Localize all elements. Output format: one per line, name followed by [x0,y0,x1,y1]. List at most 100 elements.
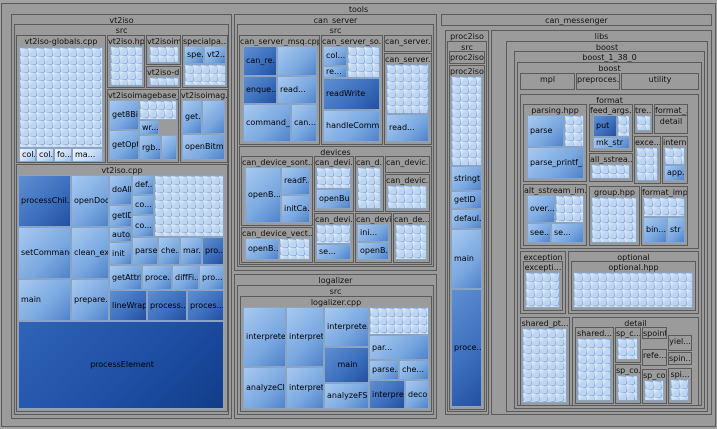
lg-interprete-3[interactable]: interprete... [324,307,369,347]
lg-par[interactable]: par... [369,335,429,360]
proces-tile[interactable]: proces... [187,290,224,321]
co-tile-1[interactable]: co... [132,195,154,215]
preproc-dir[interactable]: preproces... [576,73,620,90]
allsim-file[interactable]: alt_sstream_im... over... see... se... [523,184,587,246]
vt2-tile[interactable]: vt2... [204,46,226,64]
impl-file[interactable]: format_impl... bin... str [641,186,688,246]
detail-shared-tiles[interactable] [577,338,611,401]
s2-read-tile[interactable]: read... [386,114,429,142]
read-tile[interactable]: read... [277,76,317,104]
p2-proce-tile[interactable]: proce... [451,289,482,407]
spin-file[interactable]: spin... [668,352,692,365]
d7-tiles[interactable] [395,224,427,260]
lg-che[interactable]: che... [399,360,429,380]
clean-exit-tile[interactable]: clean_exit [71,227,109,279]
init-tile[interactable]: init [109,242,132,265]
bin-tile[interactable]: bin... [643,217,667,243]
mpl-dir[interactable]: mpl [520,73,575,90]
d5-file[interactable]: can_devi... se... [314,213,354,263]
p2-main-tile[interactable]: main [451,229,482,289]
lg-main[interactable]: main [324,347,369,383]
d6-openb-tile[interactable]: openB... [357,242,389,260]
hpp-tiles[interactable] [110,46,143,86]
exception-tiles[interactable] [525,272,560,308]
vt2isoimagebase-file[interactable]: vt2isoimagebase_... get8Bi... wr... getO… [107,89,179,163]
can-re-tile[interactable]: can_re... [243,46,277,76]
lg-analyzefs[interactable]: analyzeFS... [324,383,369,409]
lg-tiles-top[interactable] [369,307,429,335]
spco-file[interactable]: sp_co... [615,364,641,404]
impl-tiles[interactable] [643,197,685,217]
process-tile[interactable]: process... [147,290,187,321]
globals-fn-2[interactable]: col... [36,148,54,162]
co-tile-2[interactable]: co... [132,215,154,237]
globals-fn-4[interactable]: ma... [72,148,103,162]
auto-tile[interactable]: auto... [109,227,132,242]
lg-interpret-5[interactable]: interpret... [369,380,405,409]
specialpa-tiles[interactable] [184,64,226,86]
spi-file[interactable]: spi... [668,368,692,404]
exce-tiles[interactable] [636,147,658,181]
d1-openbu-tile[interactable]: openBu... [316,189,351,209]
vt2isoim-file[interactable]: vt2isoim... [146,35,181,65]
feed-tiles[interactable] [617,115,630,137]
readf-tile[interactable]: readF... [281,167,310,195]
isoimag-small-tile[interactable] [202,100,225,134]
detail-shared-file[interactable]: shared... [575,327,614,404]
vt2iso-d-file[interactable]: vt2iso-d... [146,66,181,88]
str-tile[interactable]: str [667,217,685,243]
stringt-tile[interactable]: stringt... [451,166,482,191]
lg-analyzecl[interactable]: analyzeCl... [243,367,286,409]
can-server-s2-file[interactable]: can_server... read... [384,53,432,145]
can-server-s1-file[interactable]: can_server... [384,35,432,52]
processelement-tile[interactable]: processElement [18,321,224,409]
handlecomm-tile[interactable]: handleComm... [323,110,380,142]
pro-tile-1[interactable]: pro... [202,237,224,265]
imagebase-tiles[interactable] [139,100,177,120]
getopt-tile[interactable]: getOpt... [109,130,139,160]
over-tile[interactable]: over... [527,195,555,223]
globals-tiles[interactable] [19,47,103,148]
initca-tile[interactable]: initCa... [281,195,310,223]
d2-tiles[interactable] [357,167,381,209]
utility-dir[interactable]: utility [621,73,699,90]
group-tiles[interactable] [591,197,637,243]
allsim-tiles[interactable] [555,195,584,223]
difffi-tile[interactable]: diffFi... [172,265,199,290]
main-tile[interactable]: main [18,279,71,321]
d3-file[interactable]: can_devic... [385,156,430,173]
exception-file[interactable]: excepti... [523,261,563,311]
vt2iso-cpp-file[interactable]: vt2iso.cpp processChil... openDoce... do… [16,164,228,412]
spc-tiles[interactable] [617,338,638,360]
d6-file[interactable]: can_devi... ini... openB... [355,213,392,263]
d4-file[interactable]: can_devic... [385,174,430,212]
shared-ptr-file[interactable]: shared_pt... [520,317,570,406]
lg-deco[interactable]: deco... [405,380,429,409]
spco-tiles[interactable] [617,375,638,401]
so-re-tile[interactable]: re... [323,66,347,78]
se-tile[interactable]: se... [551,223,584,243]
lg-parse[interactable]: parse... [369,360,399,380]
get8bi-tile[interactable]: get8Bi... [109,100,139,130]
defaul-tile[interactable]: defaul... [451,209,482,229]
setcommand-tile[interactable]: setCommand... [18,227,71,279]
parse-fmt-tile[interactable]: parse [527,115,564,147]
d5-tiles[interactable] [316,224,351,244]
parsing-tiles[interactable] [564,115,584,147]
logalizer-cpp-file[interactable]: logalizer.cpp interprete... interpret...… [240,296,432,412]
iso-d-tiles[interactable] [149,77,179,86]
so-file[interactable]: can_server_so... col... re... readWrite … [321,35,383,145]
p2-getid-tile[interactable]: getID [451,191,482,209]
d1-tiles[interactable] [316,167,351,189]
spc-file[interactable]: sp_c... [615,327,641,363]
rgb-tile[interactable]: rgb... [139,135,161,160]
cpp-tiles-top[interactable] [154,175,224,237]
d4-tiles[interactable] [387,185,427,209]
app-tile[interactable]: app... [664,165,685,181]
che-tile[interactable]: che... [158,237,180,265]
optional-file[interactable]: optional.hpp [571,261,696,311]
spco2-file[interactable]: sp_co... [642,369,667,404]
proce-tile[interactable]: proce... [142,265,172,290]
feed-file[interactable]: feed_args... put mk_str [589,104,633,152]
vect-openb-tile[interactable]: openB... [245,238,279,260]
